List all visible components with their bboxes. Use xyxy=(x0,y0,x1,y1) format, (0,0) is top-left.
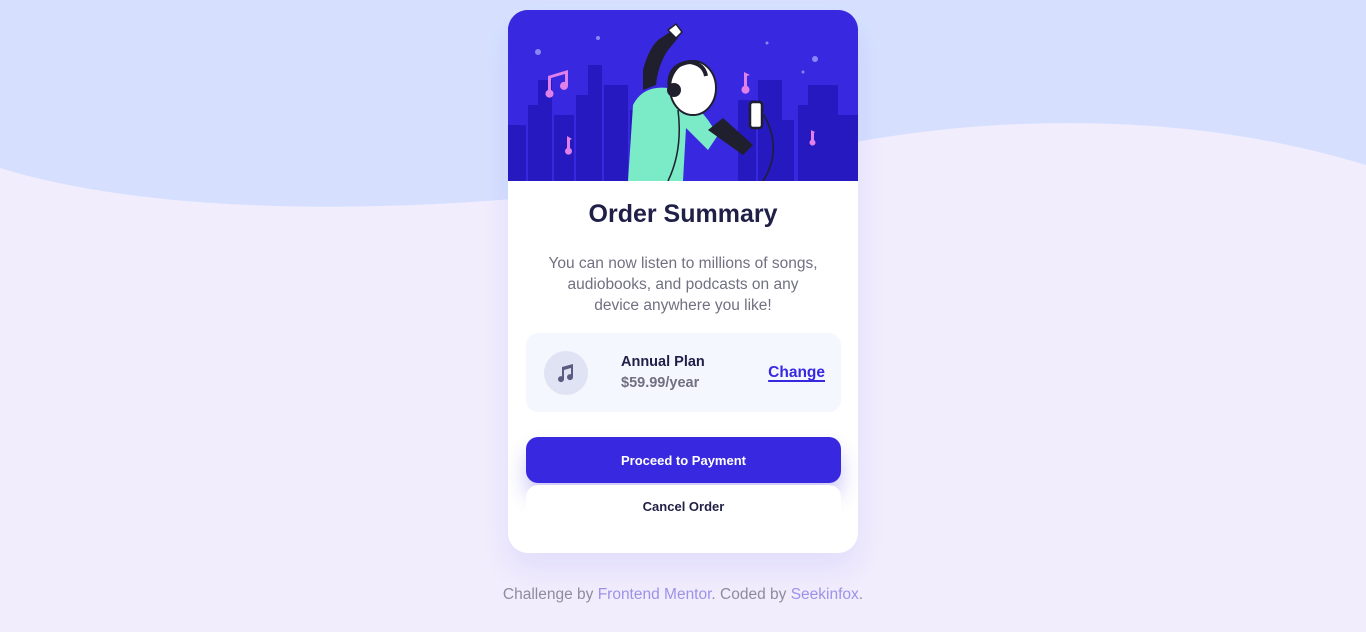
footer-suffix: . xyxy=(858,586,864,603)
music-note-icon xyxy=(544,351,588,395)
order-summary-card: Order Summary You can now listen to mill… xyxy=(508,10,858,553)
order-summary-title: Order Summary xyxy=(588,200,778,228)
frontend-mentor-link[interactable]: Frontend Mentor xyxy=(598,586,712,603)
hero-illustration xyxy=(508,10,858,181)
seekinfox-link[interactable]: Seekinfox xyxy=(791,586,859,603)
proceed-to-payment-button[interactable]: Proceed to Payment xyxy=(526,437,841,483)
order-description: You can now listen to millions of songs,… xyxy=(548,255,818,314)
plan-box: Annual Plan $59.99/year Change xyxy=(526,333,841,412)
change-plan-link[interactable]: Change xyxy=(768,364,825,382)
footer-prefix: Challenge by xyxy=(502,586,598,603)
plan-price: $59.99/year xyxy=(621,375,700,391)
footer-middle: . Coded by xyxy=(711,586,791,603)
footer-attribution: Challenge by Frontend Mentor. Coded by S… xyxy=(0,586,1366,604)
plan-name: Annual Plan xyxy=(621,354,705,370)
cancel-order-button[interactable]: Cancel Order xyxy=(526,485,841,527)
